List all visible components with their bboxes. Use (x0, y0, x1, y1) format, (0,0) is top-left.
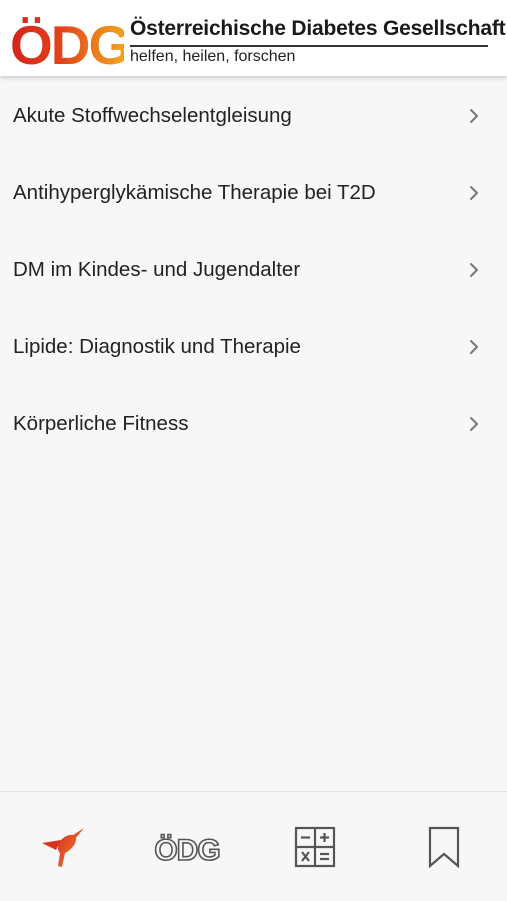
header-divider (130, 45, 488, 47)
list-item-label: Antihyperglykämische Therapie bei T2D (13, 180, 376, 204)
chevron-right-icon (470, 262, 478, 277)
list-item-label: DM im Kindes- und Jugendalter (13, 257, 301, 281)
oedg-logo-icon: ÖDG (154, 833, 222, 865)
org-tagline: helfen, heilen, forschen (130, 48, 296, 65)
list-item[interactable]: Körperliche Fitness (0, 385, 507, 462)
chevron-right-icon (470, 185, 478, 200)
oedg-logo: ÖDG (10, 14, 124, 70)
list-item-label: Lipide: Diagnostik und Therapie (13, 334, 301, 358)
list-item[interactable]: Lipide: Diagnostik und Therapie (0, 308, 507, 385)
calculator-icon (294, 826, 336, 867)
chevron-right-icon (470, 416, 478, 431)
hummingbird-icon (42, 827, 84, 867)
nav-home-button[interactable] (0, 792, 126, 901)
list-item-label: Körperliche Fitness (13, 411, 189, 435)
list-item-label: Akute Stoffwechselentgleisung (13, 103, 292, 127)
list-item[interactable]: Akute Stoffwechselentgleisung (0, 77, 507, 154)
org-name: Österreichische Diabetes Gesellschaft (130, 17, 506, 40)
bookmark-icon (428, 826, 460, 868)
list-item[interactable]: DM im Kindes- und Jugendalter (0, 231, 507, 308)
nav-oedg-button[interactable]: ÖDG (124, 792, 250, 901)
svg-text:ÖDG: ÖDG (10, 14, 124, 70)
chevron-right-icon (470, 339, 478, 354)
app-header: ÖDG Österreichische Diabetes Gesellschaf… (0, 0, 507, 76)
nav-calculator-button[interactable] (252, 792, 378, 901)
bottom-nav: ÖDG (0, 791, 507, 901)
nav-bookmarks-button[interactable] (381, 792, 507, 901)
topic-list: Akute Stoffwechselentgleisung Antihyperg… (0, 77, 507, 462)
list-item[interactable]: Antihyperglykämische Therapie bei T2D (0, 154, 507, 231)
chevron-right-icon (470, 108, 478, 123)
svg-text:ÖDG: ÖDG (154, 834, 219, 865)
